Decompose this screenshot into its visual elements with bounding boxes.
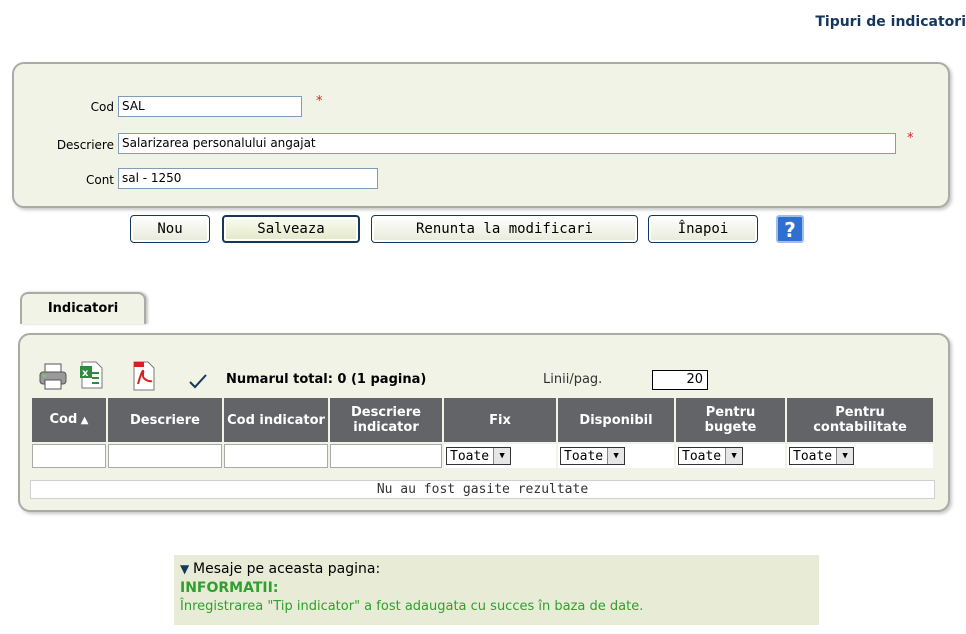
column-header-disponibil[interactable]: Disponibil	[558, 398, 674, 442]
filter-disponibil-select[interactable]: Toate ▼	[560, 447, 626, 465]
tab-indicatori-label: Indicatori	[47, 301, 119, 316]
help-icon: ?	[784, 218, 796, 242]
column-header-descriere-indicator[interactable]: Descriere indicator	[330, 398, 442, 442]
messages-heading: INFORMATII:	[180, 580, 279, 596]
chevron-down-icon: ▼	[725, 448, 743, 464]
cod-input[interactable]: SAL	[118, 96, 302, 117]
triangle-down-icon: ▼	[180, 562, 194, 576]
messages-text: Înregistrarea "Tip indicator" a fost ada…	[180, 599, 644, 614]
filter-descriere-input[interactable]	[108, 444, 222, 468]
page-title: Tipuri de indicatori	[815, 14, 966, 30]
tab-indicatori[interactable]: Indicatori	[20, 292, 146, 324]
checkmark-icon[interactable]	[188, 372, 208, 390]
salveaza-button[interactable]: Salveaza	[222, 215, 360, 243]
messages-title: Mesaje pe aceasta pagina:	[193, 561, 381, 577]
filter-cod-indicator-input[interactable]	[224, 444, 328, 468]
renunta-button-label: Renunta la modificari	[415, 221, 593, 237]
cont-input[interactable]: sal - 1250	[118, 168, 378, 189]
filter-descriere-indicator-input[interactable]	[330, 444, 442, 468]
descriere-input[interactable]: Salarizarea personalului angajat	[118, 133, 896, 154]
cod-required-mark: *	[316, 94, 323, 109]
inapoi-button-label: Înapoi	[677, 221, 729, 237]
column-header-cod[interactable]: Cod ▲	[32, 398, 106, 442]
column-header-fix[interactable]: Fix	[444, 398, 556, 442]
results-table: Cod ▲ Descriere Cod indicator Descriere …	[30, 396, 935, 470]
chevron-down-icon: ▼	[493, 448, 511, 464]
column-header-descriere[interactable]: Descriere	[108, 398, 222, 442]
nou-button-label: Nou	[157, 221, 183, 237]
filter-bugete-select[interactable]: Toate ▼	[678, 447, 744, 465]
column-header-pentru-contabilitate[interactable]: Pentru contabilitate	[787, 398, 933, 442]
filter-cod-input[interactable]	[32, 444, 106, 468]
sort-asc-icon: ▲	[77, 415, 89, 426]
print-icon[interactable]	[38, 362, 68, 392]
filter-contabilitate-select[interactable]: Toate ▼	[789, 447, 855, 465]
column-header-pentru-bugete[interactable]: Pentru bugete	[676, 398, 785, 442]
renunta-button[interactable]: Renunta la modificari	[371, 215, 638, 243]
excel-icon[interactable]: x	[78, 360, 104, 390]
cont-label: Cont	[85, 173, 114, 187]
pdf-icon[interactable]	[130, 360, 158, 392]
messages-toggle[interactable]: ▼ Mesaje pe aceasta pagina:	[180, 561, 380, 577]
descriere-label: Descriere	[56, 138, 114, 152]
cod-label: Cod	[90, 100, 114, 114]
filter-fix-select[interactable]: Toate ▼	[446, 447, 512, 465]
table-header-row: Cod ▲ Descriere Cod indicator Descriere …	[32, 398, 933, 442]
messages-panel: ▼ Mesaje pe aceasta pagina: INFORMATII: …	[174, 555, 819, 625]
filter-row: Toate ▼ Toate ▼ Toate ▼ Toate ▼	[32, 444, 933, 468]
chevron-down-icon: ▼	[607, 448, 625, 464]
empty-results-message: Nu au fost gasite rezultate	[30, 480, 935, 499]
nou-button[interactable]: Nou	[130, 215, 210, 243]
lines-per-page-label: Linii/pag.	[543, 372, 603, 387]
inapoi-button[interactable]: Înapoi	[648, 215, 758, 243]
lines-per-page-input[interactable]: 20	[652, 370, 708, 390]
total-count: Numarul total: 0 (1 pagina)	[226, 372, 427, 387]
salveaza-button-label: Salveaza	[257, 221, 325, 237]
column-header-cod-indicator[interactable]: Cod indicator	[224, 398, 328, 442]
svg-text:x: x	[82, 368, 89, 379]
help-button[interactable]: ?	[776, 215, 804, 243]
descriere-required-mark: *	[907, 131, 914, 146]
chevron-down-icon: ▼	[836, 448, 854, 464]
